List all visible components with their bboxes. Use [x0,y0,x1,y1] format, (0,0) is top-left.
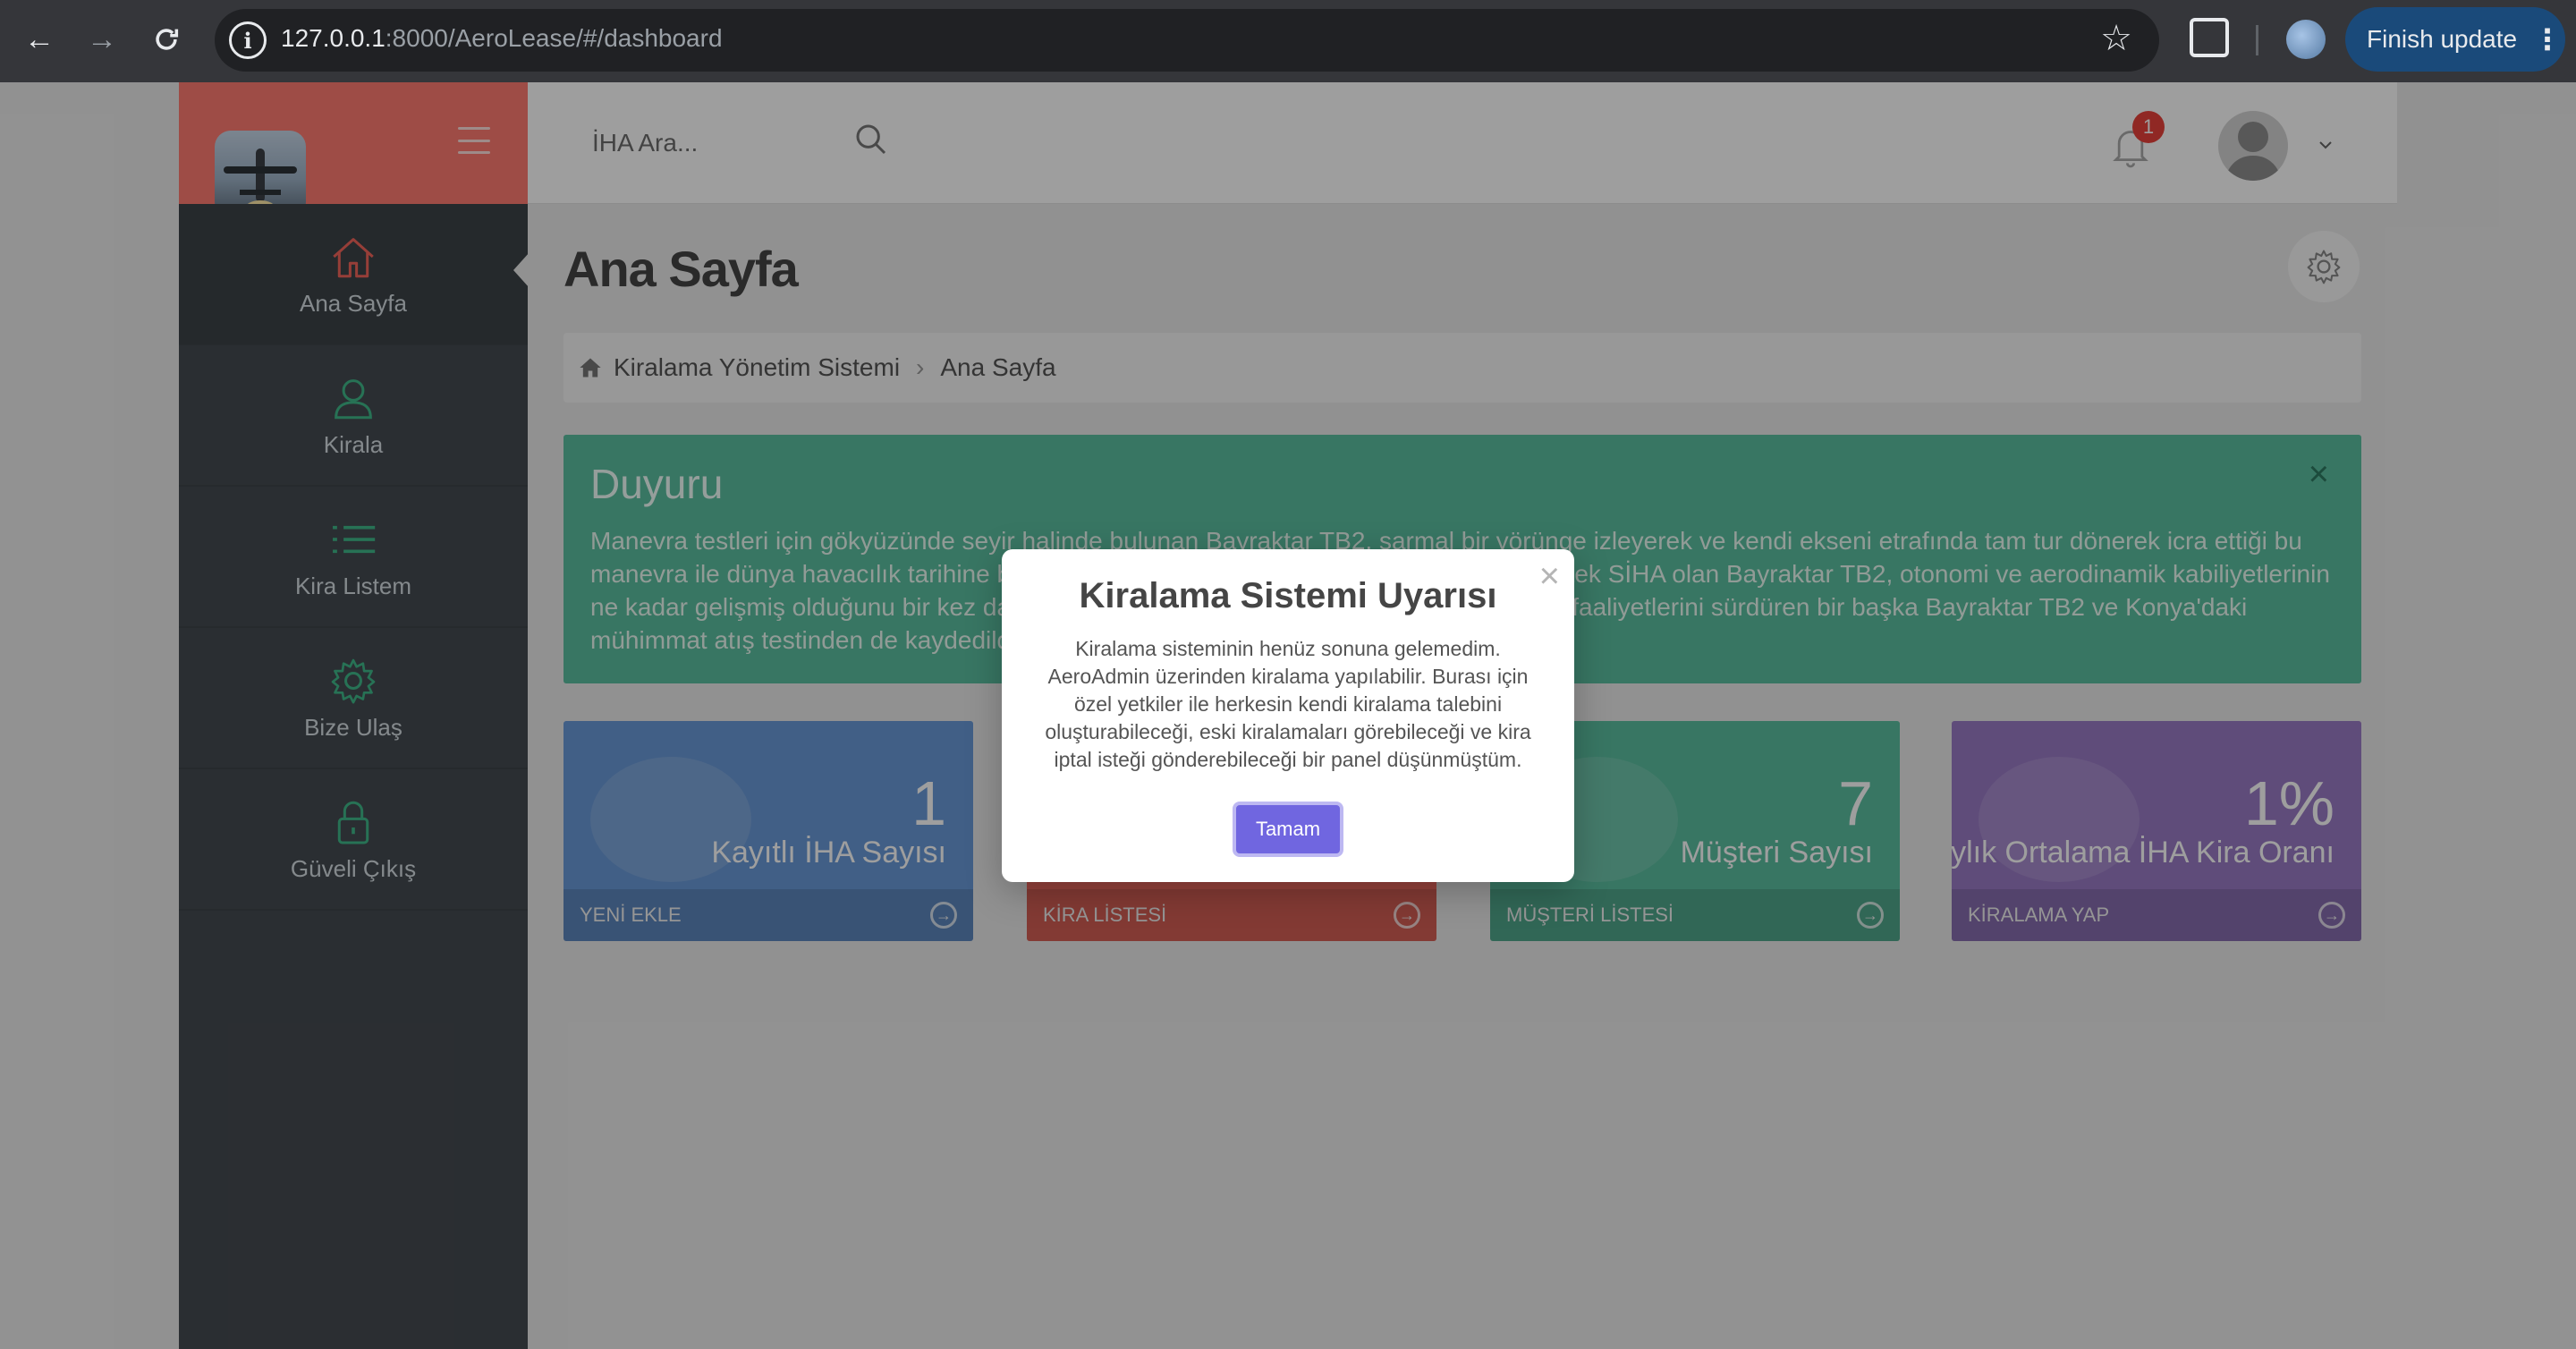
forward-icon[interactable]: → [80,18,123,61]
profile-avatar[interactable] [2286,20,2326,59]
alert-dialog: × Kiralama Sistemi Uyarısı Kiralama sist… [1002,549,1574,882]
finish-update-button[interactable]: Finish update ⋮ [2345,7,2565,72]
dialog-message: Kiralama sisteminin henüz sonuna gelemed… [1045,637,1531,771]
ok-button[interactable]: Tamam [1233,802,1343,857]
bookmark-star-icon[interactable]: ☆ [2100,18,2132,59]
site-info-icon[interactable]: i [229,21,267,59]
more-menu-icon[interactable]: ⋮ [2533,22,2562,56]
reload-icon[interactable] [145,18,188,61]
url-text: 127.0.0.1:8000/AeroLease/#/dashboard [281,24,723,52]
finish-update-label: Finish update [2367,25,2518,53]
browser-toolbar: ← → i 127.0.0.1:8000/AeroLease/#/dashboa… [0,0,2576,82]
address-bar[interactable]: i 127.0.0.1:8000/AeroLease/#/dashboard ☆ [215,9,2159,72]
dialog-title: Kiralama Sistemi Uyarısı [1079,576,1497,615]
back-icon[interactable]: ← [18,18,61,61]
extensions-icon[interactable] [2190,18,2229,57]
toolbar-divider [2256,25,2258,55]
